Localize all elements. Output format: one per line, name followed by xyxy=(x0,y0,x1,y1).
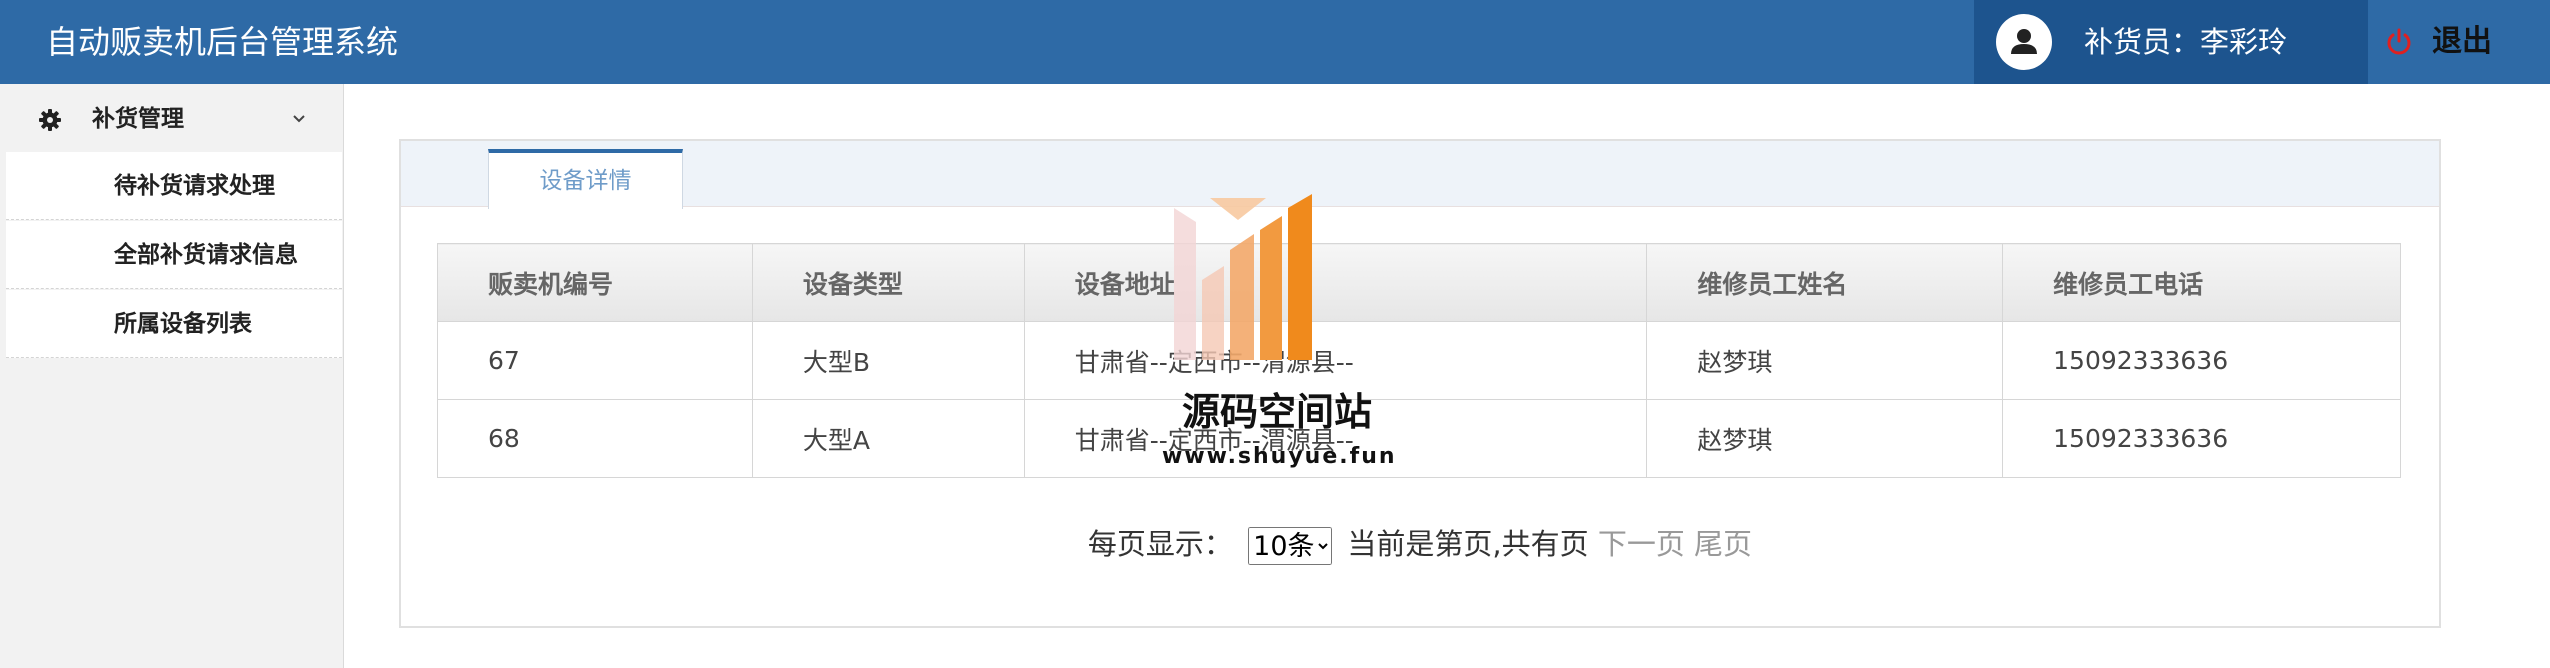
logout-label: 退出 xyxy=(2432,24,2492,59)
cell-machine-id: 67 xyxy=(437,321,753,400)
gear-icon xyxy=(39,109,61,131)
device-table: 贩卖机编号 设备类型 设备地址 维修员工姓名 维修员工电话 67 大型B 甘肃省… xyxy=(437,243,2401,478)
table-row: 68 大型A 甘肃省--定西市--渭源县-- 赵梦琪 15092333636 xyxy=(437,399,2401,478)
sidebar-item-label: 待补货请求处理 xyxy=(114,173,275,199)
user-avatar-icon xyxy=(1996,14,2052,70)
cell-machine-id: 68 xyxy=(437,399,753,478)
column-header-machine-id: 贩卖机编号 xyxy=(437,243,753,322)
watermark-url: www.shuyue.fun xyxy=(1162,444,1397,469)
content-panel: 设备详情 贩卖机编号 设备类型 设备地址 维修员工姓名 维修员工电话 67 大型… xyxy=(399,139,2441,628)
table-row: 67 大型B 甘肃省--定西市--渭源县-- 赵梦琪 15092333636 xyxy=(437,321,2401,400)
table-header-row: 贩卖机编号 设备类型 设备地址 维修员工姓名 维修员工电话 xyxy=(437,243,2401,322)
sidebar: 补货管理 待补货请求处理 全部补货请求信息 所属设备列表 xyxy=(0,84,344,668)
logout-button[interactable]: 退出 xyxy=(2368,0,2538,84)
cell-repairer-phone: 15092333636 xyxy=(2002,399,2401,478)
chevron-down-icon xyxy=(293,115,305,123)
next-page-link[interactable]: 下一页 xyxy=(1598,527,1685,561)
column-header-device-type: 设备类型 xyxy=(751,243,1025,322)
user-name: 补货员：李彩玲 xyxy=(2084,25,2288,59)
tab-label: 设备详情 xyxy=(539,168,632,194)
tab-device-details[interactable]: 设备详情 xyxy=(488,149,683,209)
column-header-repairer-phone: 维修员工电话 xyxy=(2002,243,2401,322)
app-title: 自动贩卖机后台管理系统 xyxy=(46,23,399,61)
cell-repairer-phone: 15092333636 xyxy=(2002,321,2401,400)
cell-device-type: 大型A xyxy=(751,399,1025,478)
page-status-text: 当前是第页,共有页 xyxy=(1347,527,1589,561)
tab-bar: 设备详情 xyxy=(401,141,2439,209)
cell-repairer-name: 赵梦琪 xyxy=(1646,399,2004,478)
watermark-title: 源码空间站 xyxy=(1181,390,1372,434)
column-header-repairer-name: 维修员工姓名 xyxy=(1646,243,2004,322)
sidebar-item-label: 所属设备列表 xyxy=(114,311,252,337)
watermark: 源码空间站 www.shuyue.fun xyxy=(1162,190,1397,480)
pagination: 每页显示： 10条 当前是第页,共有页 下一页 尾页 xyxy=(401,523,2439,565)
top-header: 自动贩卖机后台管理系统 补货员：李彩玲 退出 xyxy=(0,0,2550,84)
menu-group-label: 补货管理 xyxy=(92,106,184,132)
per-page-select[interactable]: 10条 xyxy=(1248,527,1333,565)
sidebar-item-pending-requests[interactable]: 待补货请求处理 xyxy=(6,152,342,220)
per-page-label: 每页显示： xyxy=(1087,527,1233,561)
user-info[interactable]: 补货员：李彩玲 xyxy=(1974,0,2368,84)
menu-group-restock[interactable]: 补货管理 xyxy=(0,92,342,148)
watermark-logo-icon xyxy=(1174,194,1312,360)
power-icon xyxy=(2387,28,2411,55)
cell-device-type: 大型B xyxy=(751,321,1025,400)
cell-repairer-name: 赵梦琪 xyxy=(1646,321,2004,400)
sidebar-item-device-list[interactable]: 所属设备列表 xyxy=(6,290,342,358)
last-page-link[interactable]: 尾页 xyxy=(1694,527,1752,561)
sidebar-item-all-requests[interactable]: 全部补货请求信息 xyxy=(6,221,342,289)
sidebar-item-label: 全部补货请求信息 xyxy=(114,242,298,268)
